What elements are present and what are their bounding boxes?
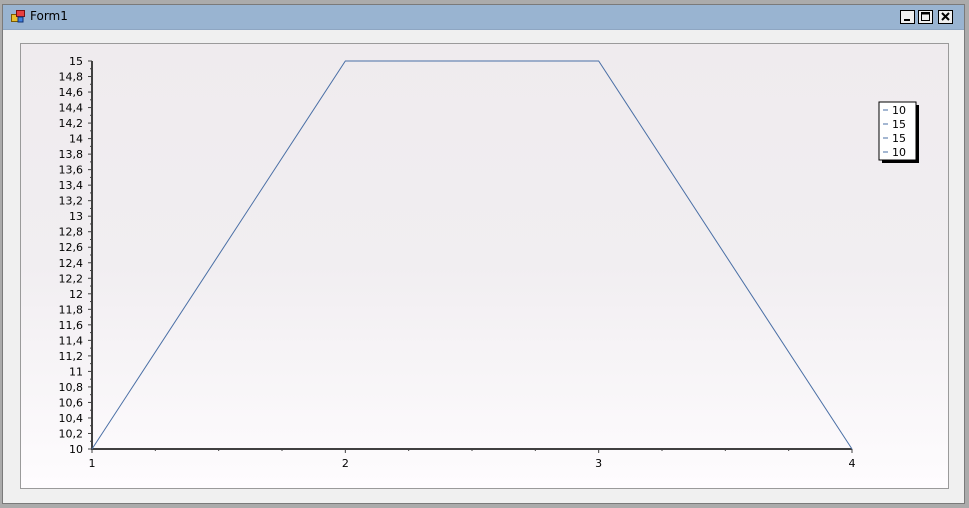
y-tick-label: 13,6 <box>59 164 84 177</box>
y-tick-label: 13,2 <box>59 195 84 208</box>
y-tick-label: 11,8 <box>59 303 84 316</box>
y-tick-label: 12,2 <box>59 272 84 285</box>
form-client-area: 10 10,2 10,4 10,6 10,8 11 11,2 11,4 11,6 11,8 12 12… <box>3 30 964 503</box>
maximize-button[interactable] <box>918 10 933 24</box>
y-tick-label: 10,6 <box>59 396 84 409</box>
x-tick-label: 1 <box>89 457 96 470</box>
y-tick-label: 11,4 <box>59 334 84 347</box>
y-tick-label: 13,8 <box>59 148 84 161</box>
y-tick-label: 14 <box>69 133 83 146</box>
minimize-button[interactable] <box>900 10 915 24</box>
legend-label: 10 <box>892 104 906 117</box>
legend-label: 10 <box>892 146 906 159</box>
y-tick-label: 12 <box>69 288 83 301</box>
chart-panel: 10 10,2 10,4 10,6 10,8 11 11,2 11,4 11,6 11,8 12 12… <box>20 43 949 489</box>
y-tick-label: 12,4 <box>59 257 84 270</box>
main-window: Form1 10 10,2 10,4 10,6 10,8 11 11,2 11,4 11,6 11… <box>2 4 965 504</box>
series-line <box>91 60 853 450</box>
maximize-icon <box>921 12 930 21</box>
y-tick-label: 10,8 <box>59 381 84 394</box>
y-tick-label: 11 <box>69 365 83 378</box>
y-tick-label: 10,4 <box>59 412 84 425</box>
x-tick-label: 3 <box>595 457 602 470</box>
y-tick-label: 10 <box>69 443 83 456</box>
y-tick-label: 10,2 <box>59 427 84 440</box>
y-tick-label: 11,6 <box>59 319 84 332</box>
y-tick-label: 12,8 <box>59 226 84 239</box>
title-bar[interactable]: Form1 <box>3 5 964 30</box>
form-app-icon <box>11 10 25 23</box>
line-chart: 1010,210,410,610,81111,211,411,611,81212… <box>59 55 919 470</box>
y-tick-label: 12,6 <box>59 241 84 254</box>
y-tick-label: 14,4 <box>59 102 84 115</box>
close-button[interactable] <box>938 10 953 24</box>
close-icon <box>941 12 950 21</box>
y-tick-label: 14,6 <box>59 86 84 99</box>
y-tick-label: 15 <box>69 55 83 68</box>
y-tick-label: 13,4 <box>59 179 84 192</box>
minimize-icon <box>904 19 910 21</box>
window-title: Form1 <box>30 9 68 23</box>
y-tick-label: 14,2 <box>59 117 84 130</box>
x-tick-label: 2 <box>342 457 349 470</box>
y-tick-label: 11,2 <box>59 350 84 363</box>
legend-label: 15 <box>892 118 906 131</box>
legend-label: 15 <box>892 132 906 145</box>
y-tick-label: 13 <box>69 210 83 223</box>
x-tick-label: 4 <box>849 457 856 470</box>
y-tick-label: 14,8 <box>59 71 84 84</box>
